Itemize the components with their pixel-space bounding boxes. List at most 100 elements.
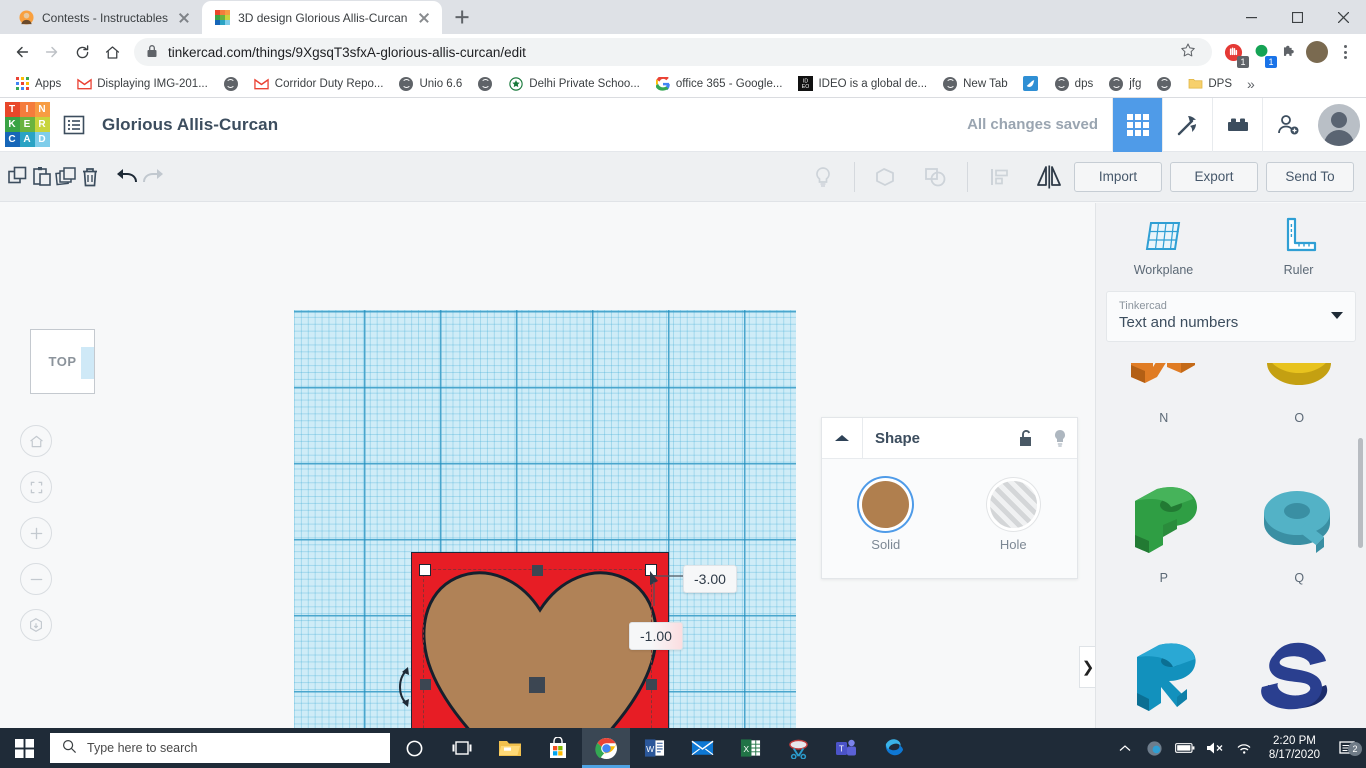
- paste-icon[interactable]: [30, 152, 54, 202]
- minimize-icon[interactable]: [1228, 0, 1274, 34]
- home-icon[interactable]: [98, 38, 126, 66]
- taskbar-clock[interactable]: 2:20 PM 8/17/2020: [1265, 734, 1324, 762]
- import-button[interactable]: Import: [1074, 161, 1162, 192]
- duplicate-icon[interactable]: [54, 152, 78, 202]
- view-cube-edge[interactable]: [81, 347, 94, 379]
- blocks-view-button[interactable]: [1112, 97, 1162, 152]
- browser-tab-1[interactable]: Contests - Instructables: [6, 1, 203, 34]
- height-handle[interactable]: [529, 677, 545, 693]
- collapse-library-button[interactable]: ❯: [1079, 646, 1095, 688]
- snipping-tool-icon[interactable]: [774, 728, 822, 768]
- shape-item-N[interactable]: N: [1096, 363, 1232, 425]
- cortana-icon[interactable]: [390, 728, 438, 768]
- invite-button[interactable]: [1262, 97, 1312, 152]
- bookmark-item[interactable]: [1150, 74, 1178, 94]
- ortho-perspective-button[interactable]: [20, 609, 52, 641]
- bookmarks-overflow-button[interactable]: »: [1241, 76, 1261, 92]
- dimension-tooltip-side[interactable]: -1.00: [629, 622, 683, 650]
- shape-item-O[interactable]: O: [1232, 363, 1366, 425]
- wifi-icon[interactable]: [1235, 741, 1255, 755]
- browser-tab-2[interactable]: 3D design Glorious Allis-Curcan |: [202, 1, 443, 34]
- bookmark-item[interactable]: jfg: [1102, 74, 1147, 94]
- green-dot-extension-icon[interactable]: 1: [1248, 39, 1277, 68]
- avatar[interactable]: [1304, 39, 1330, 65]
- show-hidden-icons[interactable]: [1115, 744, 1135, 753]
- collection-dropdown[interactable]: Tinkercad Text and numbers: [1106, 291, 1356, 342]
- edge-icon[interactable]: [870, 728, 918, 768]
- bookmark-item[interactable]: New Tab: [936, 74, 1014, 94]
- windows-start-icon[interactable]: [0, 728, 48, 768]
- view-cube[interactable]: TOP: [30, 329, 95, 394]
- bookmark-apps[interactable]: Apps: [8, 74, 67, 94]
- chrome-icon[interactable]: [582, 728, 630, 768]
- minecraft-button[interactable]: [1162, 97, 1212, 152]
- trash-icon[interactable]: [78, 152, 102, 202]
- new-tab-button[interactable]: [448, 3, 476, 31]
- notifications-button[interactable]: 2: [1334, 740, 1362, 756]
- volume-muted-icon[interactable]: [1205, 741, 1225, 755]
- export-button[interactable]: Export: [1170, 161, 1258, 192]
- mirror-icon[interactable]: [1024, 152, 1074, 202]
- collapse-panel-button[interactable]: [822, 418, 863, 458]
- bookmark-item[interactable]: [1017, 74, 1045, 94]
- home-view-button[interactable]: [20, 425, 52, 457]
- close-icon[interactable]: [1320, 0, 1366, 34]
- bookmark-item[interactable]: [471, 74, 499, 94]
- maximize-icon[interactable]: [1274, 0, 1320, 34]
- microsoft-store-icon[interactable]: [534, 728, 582, 768]
- resize-handle-top-left[interactable]: [419, 564, 431, 576]
- rotate-handle-icon[interactable]: [392, 665, 414, 714]
- bookmark-item[interactable]: Displaying IMG-201...: [70, 74, 214, 94]
- shape-item-Q[interactable]: Q: [1232, 463, 1366, 585]
- search-input[interactable]: Type here to search: [50, 733, 390, 763]
- bookmark-item[interactable]: [217, 74, 245, 94]
- word-icon[interactable]: W: [630, 728, 678, 768]
- workplane-tool[interactable]: Workplane: [1096, 215, 1231, 277]
- user-avatar[interactable]: [1312, 98, 1366, 152]
- close-icon[interactable]: [416, 10, 432, 26]
- back-arrow-icon[interactable]: [8, 38, 36, 66]
- puzzle-extension-icon[interactable]: [1276, 39, 1302, 65]
- close-icon[interactable]: [176, 10, 192, 26]
- tinkercad-logo-icon[interactable]: TINKERCAD: [0, 98, 54, 152]
- resize-handle-left-center[interactable]: [420, 679, 431, 690]
- teams-icon[interactable]: T: [822, 728, 870, 768]
- mail-icon[interactable]: [678, 728, 726, 768]
- task-view-icon[interactable]: [438, 728, 486, 768]
- bookmark-item[interactable]: Corridor Duty Repo...: [248, 74, 390, 94]
- zoom-out-button[interactable]: [20, 563, 52, 595]
- send-to-button[interactable]: Send To: [1266, 161, 1354, 192]
- undo-arrow-icon[interactable]: [114, 152, 140, 202]
- tray-app-icon[interactable]: [1145, 740, 1165, 757]
- hole-option[interactable]: Hole: [950, 481, 1078, 552]
- bookmark-star-icon[interactable]: [1180, 42, 1200, 62]
- bookmark-item[interactable]: office 365 - Google...: [649, 74, 789, 94]
- shape-item-P[interactable]: P: [1096, 463, 1232, 585]
- chrome-menu-icon[interactable]: [1332, 45, 1358, 59]
- bookmark-item[interactable]: Delhi Private Schoo...: [502, 74, 646, 94]
- bookmark-folder[interactable]: DPS: [1181, 74, 1238, 94]
- bookmark-item[interactable]: Unio 6.6: [392, 74, 468, 94]
- project-list-icon[interactable]: [54, 113, 94, 137]
- resize-handle-right-center[interactable]: [646, 679, 657, 690]
- resize-handle-top-center[interactable]: [532, 565, 543, 576]
- copy-icon[interactable]: [6, 152, 30, 202]
- bricks-button[interactable]: [1212, 97, 1262, 152]
- reload-icon[interactable]: [68, 38, 96, 66]
- bookmark-item[interactable]: ID EO IDEO is a global de...: [791, 74, 933, 94]
- ruler-tool[interactable]: Ruler: [1231, 215, 1366, 277]
- 3d-canvas[interactable]: Workplane: [0, 203, 1095, 728]
- stop-extension-icon[interactable]: 1: [1220, 39, 1249, 68]
- battery-icon[interactable]: [1174, 742, 1195, 754]
- unlock-icon[interactable]: [1009, 428, 1043, 448]
- shape-item-R[interactable]: R: [1096, 625, 1232, 728]
- dimension-tooltip-top[interactable]: -3.00: [683, 565, 737, 593]
- file-explorer-icon[interactable]: [486, 728, 534, 768]
- shape-item-S[interactable]: S: [1232, 625, 1366, 728]
- address-bar[interactable]: tinkercad.com/things/9XgsqT3sfxA-gloriou…: [134, 38, 1212, 66]
- solid-option[interactable]: Solid: [822, 481, 950, 552]
- bookmark-item[interactable]: dps: [1048, 74, 1100, 94]
- fit-view-button[interactable]: [20, 471, 52, 503]
- lightbulb-icon[interactable]: [1043, 428, 1077, 448]
- excel-icon[interactable]: X: [726, 728, 774, 768]
